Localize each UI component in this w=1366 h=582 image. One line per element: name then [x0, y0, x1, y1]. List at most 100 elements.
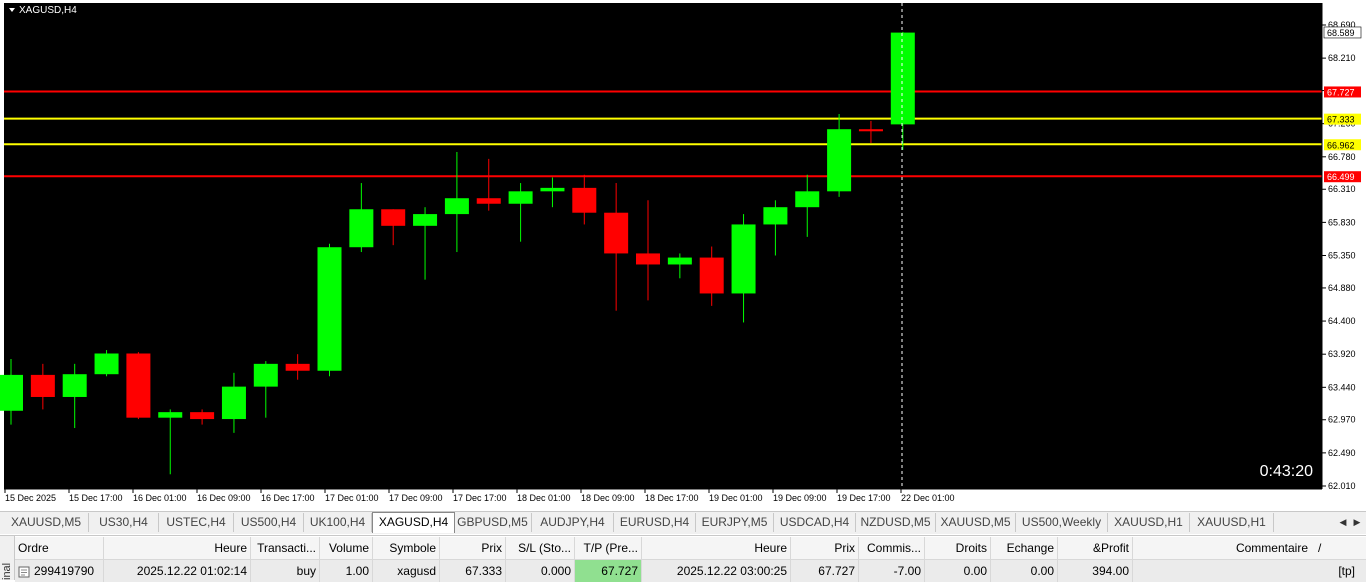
candle-body: [890, 32, 915, 125]
chart-tab[interactable]: US500,Weekly: [1016, 513, 1108, 532]
chart-tabs-bar: XAUUSD,M5 US30,H4 USTEC,H4 US500,H4 UK100,H4…: [0, 511, 1366, 534]
price-tick-label: 65.350: [1328, 251, 1356, 261]
candle-body: [508, 191, 533, 204]
chart-tab[interactable]: XAUUSD,H1: [1108, 513, 1190, 532]
candle-body: [349, 209, 374, 248]
time-tick-label: 22 Dec 01:00: [901, 493, 955, 503]
time-tick-label: 16 Dec 17:00: [261, 493, 315, 503]
candle-body: [30, 374, 55, 397]
closed-order-icon: [18, 566, 30, 578]
time-tick-label: 18 Dec 01:00: [517, 493, 571, 503]
time-tick-label: 16 Dec 01:00: [133, 493, 187, 503]
col-header-swap[interactable]: Echange: [991, 537, 1058, 559]
price-tick-label: 62.970: [1328, 415, 1356, 425]
price-tick-label: 63.920: [1328, 349, 1356, 359]
candle-body: [285, 363, 310, 371]
price-tick-label: 68.210: [1328, 53, 1356, 63]
candle-body: [0, 374, 23, 411]
col-header-time[interactable]: Heure: [104, 537, 251, 559]
chart-tab[interactable]: NZDUSD,M5: [856, 513, 936, 532]
candle-body: [221, 386, 246, 420]
price-level-label: 66.499: [1327, 172, 1355, 182]
time-tick-label: 19 Dec 09:00: [773, 493, 827, 503]
candle-body: [540, 187, 565, 192]
col-header-profit[interactable]: &Profit: [1058, 537, 1133, 559]
candle-body: [190, 412, 215, 420]
candle-body: [317, 247, 342, 371]
price-tick-label: 62.010: [1328, 481, 1356, 491]
candle[interactable]: [317, 243, 342, 377]
candle-body: [126, 353, 151, 418]
col-header-transaction[interactable]: Transacti...: [251, 537, 320, 559]
candle[interactable]: [94, 350, 119, 377]
col-header-volume[interactable]: Volume: [320, 537, 373, 559]
price-tick-label: 64.880: [1328, 283, 1356, 293]
price-tick-label: 62.490: [1328, 448, 1356, 458]
candle-body: [604, 212, 629, 254]
col-header-close-time[interactable]: Heure: [642, 537, 791, 559]
candle-body: [413, 214, 438, 226]
time-tick-label: 17 Dec 17:00: [453, 493, 507, 503]
col-header-price[interactable]: Prix: [440, 537, 506, 559]
candle-body: [158, 412, 183, 418]
col-header-symbol[interactable]: Symbole: [373, 537, 440, 559]
chart-tab[interactable]: XAUUSD,M5: [936, 513, 1016, 532]
candle-body: [858, 129, 883, 132]
candle-body: [253, 363, 278, 387]
chart-tab[interactable]: US30,H4: [89, 513, 159, 532]
col-header-comment[interactable]: Commentaire: [1133, 537, 1311, 559]
terminal-table-header: Ordre Heure Transacti... Volume Symbole …: [15, 537, 1366, 560]
col-header-fees[interactable]: Droits: [925, 537, 991, 559]
candle-body: [763, 207, 788, 225]
price-level-label: 67.333: [1327, 115, 1355, 125]
candle-body: [572, 187, 597, 213]
time-tick-label: 15 Dec 17:00: [69, 493, 123, 503]
candle[interactable]: [126, 352, 151, 420]
col-header-stop-loss[interactable]: S/L (Sto...: [506, 537, 575, 559]
time-tick-label: 17 Dec 01:00: [325, 493, 379, 503]
col-header-order[interactable]: Ordre: [15, 537, 104, 559]
candle-body: [795, 191, 820, 208]
terminal-side-label[interactable]: inal: [0, 536, 15, 580]
candle-body: [636, 253, 660, 265]
chart-title: XAGUSD,H4: [19, 5, 77, 16]
chart-tab[interactable]: UK100,H4: [304, 513, 372, 532]
price-level-label: 67.727: [1327, 87, 1355, 97]
price-tick-label: 66.780: [1328, 152, 1356, 162]
col-header-take-profit[interactable]: T/P (Pre...: [575, 537, 642, 559]
candle-body: [444, 198, 469, 215]
price-chart[interactable]: 68.69068.21067.74067.26066.78066.31065.8…: [0, 0, 1366, 510]
time-tick-label: 19 Dec 17:00: [837, 493, 891, 503]
col-header-close-price[interactable]: Prix: [791, 537, 859, 559]
chart-tab[interactable]: USTEC,H4: [159, 513, 234, 532]
candle-body: [699, 257, 724, 294]
tabs-scroll-right-icon[interactable]: ▶: [1350, 515, 1364, 529]
chart-tab[interactable]: USDCAD,H4: [774, 513, 856, 532]
chart-tab[interactable]: XAUUSD,H1: [1190, 513, 1274, 532]
candle-body: [827, 129, 852, 192]
chart-window[interactable]: 68.69068.21067.74067.26066.78066.31065.8…: [0, 0, 1366, 510]
time-tick-label: 16 Dec 09:00: [197, 493, 251, 503]
price-tick-label: 64.400: [1328, 316, 1356, 326]
candle-body: [381, 209, 406, 226]
time-tick-label: 17 Dec 09:00: [389, 493, 443, 503]
time-tick-label: 15 Dec 2025: [5, 493, 56, 503]
chart-tab[interactable]: US500,H4: [234, 513, 304, 532]
current-price-label: 68.589: [1327, 28, 1355, 38]
chart-tab[interactable]: XAUUSD,M5: [4, 513, 89, 532]
chart-tab[interactable]: EURUSD,H4: [614, 513, 696, 532]
price-tick-label: 63.440: [1328, 382, 1356, 392]
chart-tab[interactable]: EURJPY,M5: [696, 513, 774, 532]
sort-indicator: /: [1318, 541, 1322, 555]
chart-tab[interactable]: XAGUSD,H4: [372, 512, 455, 533]
price-level-label: 66.962: [1327, 140, 1355, 150]
chart-tab[interactable]: AUDJPY,H4: [532, 513, 614, 532]
candle-body: [667, 257, 692, 265]
col-header-commission[interactable]: Commis...: [859, 537, 925, 559]
bar-countdown-timer: 0:43:20: [1260, 463, 1313, 480]
chart-tab[interactable]: GBPUSD,M5: [454, 513, 532, 532]
time-tick-label: 18 Dec 09:00: [581, 493, 635, 503]
price-tick-label: 66.310: [1328, 184, 1356, 194]
terminal-panel: inal Ordre Heure Transacti... Volume Sym…: [0, 535, 1366, 582]
tabs-scroll-left-icon[interactable]: ◀: [1336, 515, 1350, 529]
